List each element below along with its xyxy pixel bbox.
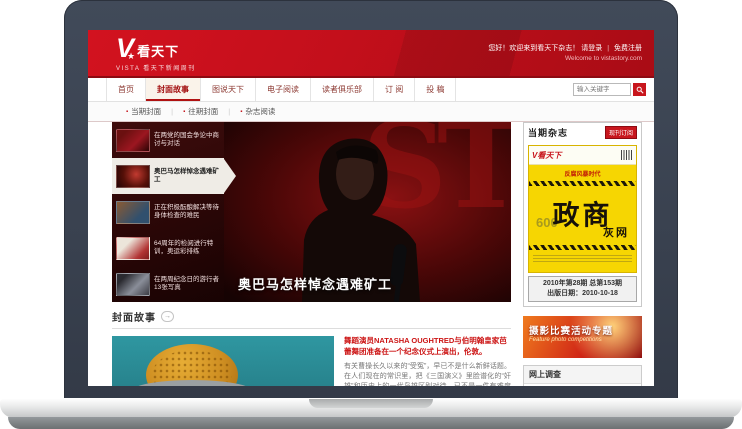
issue-info-box: 2010年第28期 总第153期 出版日期：2010-10-18 (528, 276, 637, 302)
subnav-separator: | (228, 107, 230, 116)
story-rail-item[interactable]: 64周年的检阅进行特训，奥运彩排练 (112, 230, 224, 266)
laptop-notch (309, 399, 433, 408)
nav-tab-contribute[interactable]: 投 稿 (415, 78, 456, 101)
article-body: 有关曹操长久以来的“受冤”，早已不是什么新鲜话题。在人们现在的常识里，把《三国演… (344, 362, 511, 386)
article-photo[interactable] (112, 336, 334, 386)
cover-stripe (529, 245, 636, 250)
story-title: 64周年的检阅进行特训，奥运彩排练 (154, 240, 220, 257)
logo-row: V ★ 看天下 (116, 35, 196, 62)
star-icon: ★ (127, 52, 135, 61)
current-issue-box: 当期杂志 现刊订阅 V看天下 反腐风暴时代 600 (523, 122, 642, 307)
subnav-magazine-reading[interactable]: ▪ 杂志阅读 (240, 106, 275, 117)
banner-subtitle: Feature photo competitions (529, 337, 602, 343)
page-body: 在两党的国会争论中商讨与对话 奥巴马怎样悼念遇难矿工 正在积极酝酿解决等待身体检… (112, 122, 642, 386)
subnav-past-covers[interactable]: ▪ 往期封面 (183, 106, 218, 117)
cover-subheadline: 灰网 (603, 224, 629, 240)
survey-question: 连接中国各地的高铁是否已经成为中国出行的首选方式？ (524, 384, 641, 386)
story-title: 正在积极酝酿解决等待身体检查的难民 (154, 204, 220, 221)
subnav-separator: | (171, 107, 173, 116)
nav-tab-home[interactable]: 首页 (106, 78, 146, 101)
story-rail-item-active[interactable]: 奥巴马怎样悼念遇难矿工 (112, 158, 224, 194)
site-logo[interactable]: V ★ 看天下 VISTA 看天下新闻周刊 (116, 35, 196, 72)
laptop-base (0, 398, 742, 418)
online-survey-box[interactable]: 网上调查 连接中国各地的高铁是否已经成为中国出行的首选方式？ (523, 365, 642, 386)
search-input[interactable] (573, 83, 631, 96)
search-icon (636, 82, 644, 97)
cover-fineprint (533, 253, 632, 263)
logo-title: 看天下 (137, 45, 179, 58)
nav-tab-readers-club[interactable]: 读者俱乐部 (311, 78, 374, 101)
main-nav: 首页 封面故事 图说天下 电子阅读 读者俱乐部 订 阅 投 稿 (88, 78, 654, 102)
subnav-label: 往期封面 (188, 106, 218, 117)
arrow-right-icon[interactable]: → (161, 311, 174, 322)
cover-logo: V看天下 (532, 150, 561, 161)
story-thumbnail (116, 165, 150, 188)
bullet-icon: ▪ (126, 109, 128, 115)
nav-tab-e-reading[interactable]: 电子阅读 (256, 78, 311, 101)
magazine-cover[interactable]: V看天下 反腐风暴时代 600 政商 灰网 (528, 145, 637, 273)
greeting-line: 您好！欢迎来到看天下杂志！ 请登录 | 免费注册 (488, 43, 642, 54)
story-thumbnail (116, 201, 150, 224)
subscribe-button[interactable]: 现刊订阅 (605, 126, 637, 139)
login-link[interactable]: 请登录 (581, 45, 602, 52)
nav-tab-cover-story[interactable]: 封面故事 (146, 78, 201, 101)
banner-title: 摄影比赛活动专题 (529, 323, 613, 337)
sub-nav: ▪ 当期封面 | ▪ 往期封面 | ▪ 杂志阅读 (88, 102, 654, 122)
article-text: 舞蹈演员NATASHA OUGHTRED与伯明翰皇家芭蕾舞团准备在一个纪念仪式上… (344, 336, 511, 386)
story-thumbnail (116, 237, 150, 260)
search-area (573, 78, 646, 101)
current-issue-title: 当期杂志 (528, 126, 568, 139)
sidebar: 当期杂志 现刊订阅 V看天下 反腐风暴时代 600 (523, 122, 642, 386)
hero-image[interactable]: ST 奥巴马怎样悼念遇难矿工 (224, 122, 511, 302)
website-screen: V ★ 看天下 VISTA 看天下新闻周刊 您好！欢迎来到看天下杂志！ 请登录 … (88, 30, 654, 386)
header-account-area: 您好！欢迎来到看天下杂志！ 请登录 | 免费注册 Welcome to vist… (488, 43, 642, 63)
site-header: V ★ 看天下 VISTA 看天下新闻周刊 您好！欢迎来到看天下杂志！ 请登录 … (88, 30, 654, 78)
issue-number: 2010年第28期 总第153期 (529, 279, 636, 289)
story-rail-item[interactable]: 正在积极酝酿解决等待身体检查的难民 (112, 194, 224, 230)
subnav-label: 当期封面 (131, 106, 161, 117)
welcome-english: Welcome to vistastory.com (488, 54, 642, 63)
hero-caption: 奥巴马怎样悼念遇难矿工 (238, 274, 392, 293)
greeting-separator: | (607, 45, 609, 52)
nav-tab-photo-world[interactable]: 图说天下 (201, 78, 256, 101)
photo-contest-banner[interactable]: 摄影比赛活动专题 Feature photo competitions (523, 316, 642, 358)
nav-tab-subscribe[interactable]: 订 阅 (374, 78, 415, 101)
subnav-label: 杂志阅读 (245, 106, 275, 117)
publish-date: 出版日期：2010-10-18 (529, 289, 636, 299)
story-thumbnail (116, 273, 150, 296)
search-button[interactable] (633, 83, 646, 96)
story-rail: 在两党的国会争论中商讨与对话 奥巴马怎样悼念遇难矿工 正在积极酝酿解决等待身体检… (112, 122, 224, 302)
greeting-text: 您好！欢迎来到看天下杂志！ (488, 45, 579, 52)
subnav-current-cover[interactable]: ▪ 当期封面 (126, 106, 161, 117)
main-column: 在两党的国会争论中商讨与对话 奥巴马怎样悼念遇难矿工 正在积极酝酿解决等待身体检… (112, 122, 511, 386)
survey-title: 网上调查 (524, 366, 641, 384)
laptop-bottom-edge (8, 417, 734, 429)
barcode-icon (621, 150, 633, 160)
story-title: 在两党的国会争论中商讨与对话 (154, 132, 220, 149)
register-link[interactable]: 免费注册 (614, 45, 642, 52)
story-rail-item[interactable]: 在两党的国会争论中商讨与对话 (112, 122, 224, 158)
bullet-icon: ▪ (240, 109, 242, 115)
cover-tagline: 反腐风暴时代 (529, 169, 636, 178)
story-rail-item[interactable]: 在两周纪念日的游行者13张写真 (112, 266, 224, 302)
section-divider (112, 328, 511, 329)
cover-story-section: 封面故事 → 舞蹈演员NATASHA OUGHTRED与伯明翰皇家芭蕾舞团准备在… (112, 309, 511, 386)
story-title: 在两周纪念日的游行者13张写真 (154, 276, 220, 293)
story-title: 奥巴马怎样悼念遇难矿工 (154, 168, 220, 185)
logo-subtitle: VISTA 看天下新闻周刊 (116, 63, 196, 72)
story-thumbnail (116, 129, 150, 152)
section-title: 封面故事 (112, 309, 156, 324)
bullet-icon: ▪ (183, 109, 185, 115)
laptop-mockup: V ★ 看天下 VISTA 看天下新闻周刊 您好！欢迎来到看天下杂志！ 请登录 … (0, 0, 742, 429)
article-title[interactable]: 舞蹈演员NATASHA OUGHTRED与伯明翰皇家芭蕾舞团准备在一个纪念仪式上… (344, 336, 511, 357)
